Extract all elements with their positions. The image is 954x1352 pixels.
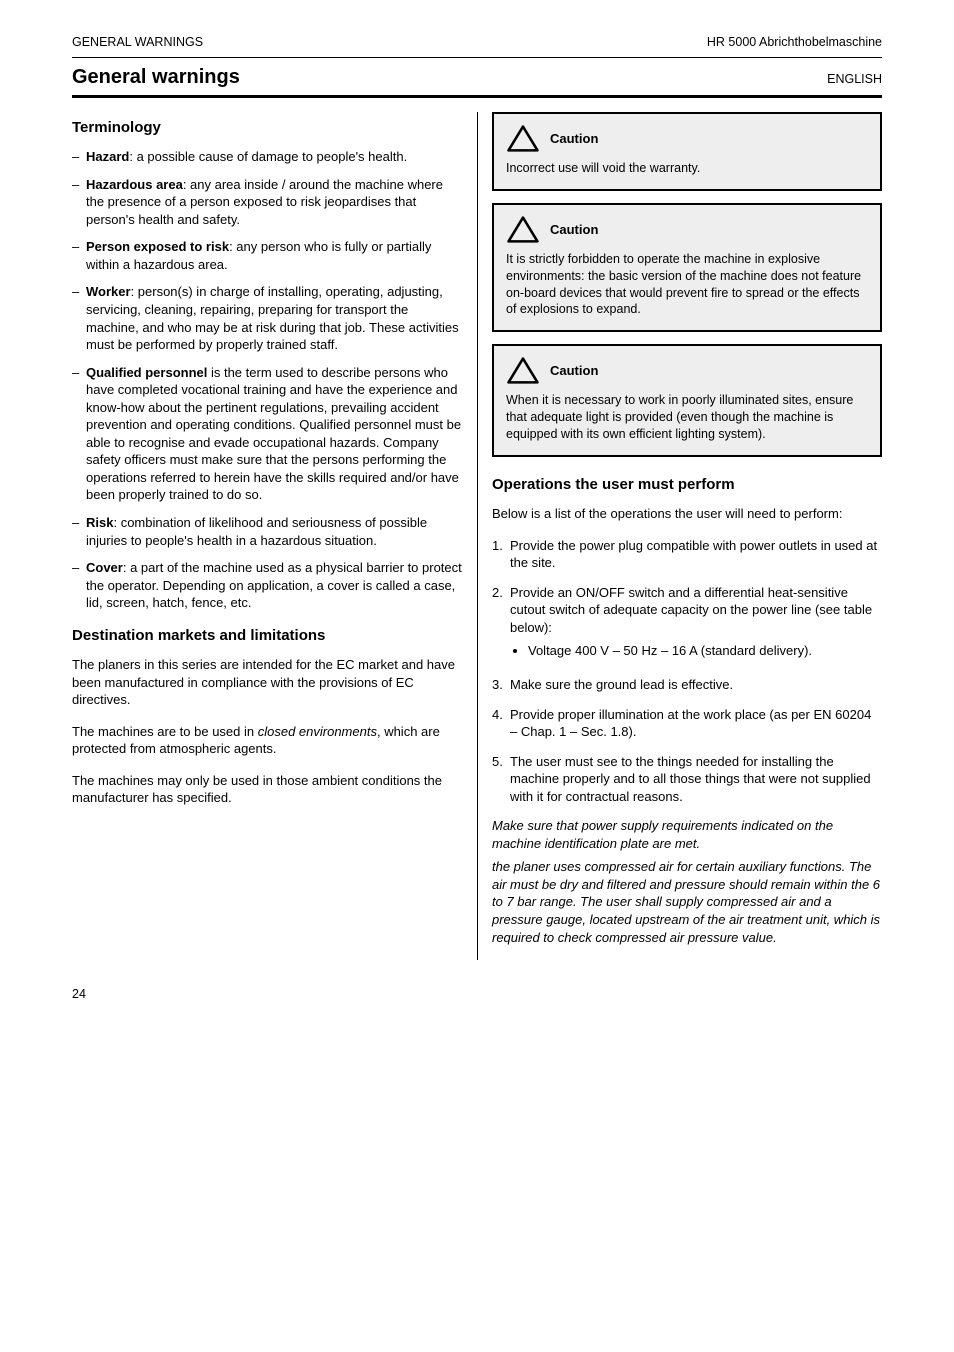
section-title: General warnings bbox=[72, 64, 240, 91]
term-desc: : person(s) in charge of installing, ope… bbox=[86, 284, 459, 352]
voltage-spec: Voltage 400 V – 50 Hz – 16 A (standard d… bbox=[528, 642, 882, 660]
markets-para-3: The machines may only be used in those a… bbox=[72, 772, 463, 807]
step-item: 3.Make sure the ground lead is effective… bbox=[492, 676, 882, 694]
note-power: Make sure that power supply requirements… bbox=[492, 817, 882, 852]
operations-list: 1.Provide the power plug compatible with… bbox=[492, 537, 882, 806]
term-name: Hazardous area bbox=[86, 177, 183, 192]
step-item: 2. Provide an ON/OFF switch and a differ… bbox=[492, 584, 882, 664]
columns: Terminology Hazard: a possible cause of … bbox=[72, 112, 882, 960]
subhead-markets: Destination markets and limitations bbox=[72, 626, 463, 646]
step-item: 5.The user must see to the things needed… bbox=[492, 753, 882, 806]
header-right: HR 5000 Abrichthobelmaschine bbox=[707, 34, 882, 51]
caution-triangle-icon bbox=[506, 124, 540, 154]
markets-para-2: The machines are to be used in closed en… bbox=[72, 723, 463, 758]
term-name: Risk bbox=[86, 515, 113, 530]
caution-body: When it is necessary to work in poorly i… bbox=[506, 392, 868, 443]
caution-body: It is strictly forbidden to operate the … bbox=[506, 251, 868, 319]
subhead-operations: Operations the user must perform bbox=[492, 475, 882, 495]
caution-triangle-icon bbox=[506, 356, 540, 386]
term-name: Person exposed to risk bbox=[86, 239, 229, 254]
caution-label: Caution bbox=[550, 362, 598, 380]
term-desc: : a possible cause of damage to people's… bbox=[129, 149, 407, 164]
step-item: 4.Provide proper illumination at the wor… bbox=[492, 706, 882, 741]
note-air: the planer uses compressed air for certa… bbox=[492, 858, 882, 946]
term-desc: : a part of the machine used as a physic… bbox=[86, 560, 462, 610]
operations-intro: Below is a list of the operations the us… bbox=[492, 505, 882, 523]
term-item: Hazard: a possible cause of damage to pe… bbox=[72, 148, 463, 166]
term-name: Cover bbox=[86, 560, 123, 575]
step-item: 1.Provide the power plug compatible with… bbox=[492, 537, 882, 572]
page-number: 24 bbox=[72, 986, 882, 1003]
term-item: Cover: a part of the machine used as a p… bbox=[72, 559, 463, 612]
title-row: General warnings ENGLISH bbox=[72, 58, 882, 95]
rule-thick bbox=[72, 95, 882, 98]
terminology-list: Hazard: a possible cause of damage to pe… bbox=[72, 148, 463, 612]
left-column: Terminology Hazard: a possible cause of … bbox=[72, 112, 477, 960]
closed-env-em: closed environments bbox=[258, 724, 377, 739]
right-column: Caution Incorrect use will void the warr… bbox=[477, 112, 882, 960]
caution-box-2: Caution It is strictly forbidden to oper… bbox=[492, 203, 882, 333]
caution-label: Caution bbox=[550, 130, 598, 148]
header-left: GENERAL WARNINGS bbox=[72, 34, 203, 51]
caution-box-1: Caution Incorrect use will void the warr… bbox=[492, 112, 882, 191]
caution-box-3: Caution When it is necessary to work in … bbox=[492, 344, 882, 457]
language-label: ENGLISH bbox=[827, 71, 882, 88]
term-name: Hazard bbox=[86, 149, 129, 164]
term-desc: : combination of likelihood and seriousn… bbox=[86, 515, 427, 548]
term-name: Worker bbox=[86, 284, 131, 299]
term-item: Person exposed to risk: any person who i… bbox=[72, 238, 463, 273]
caution-triangle-icon bbox=[506, 215, 540, 245]
subhead-terminology: Terminology bbox=[72, 118, 463, 138]
term-item: Risk: combination of likelihood and seri… bbox=[72, 514, 463, 549]
header-bar: GENERAL WARNINGS HR 5000 Abrichthobelmas… bbox=[72, 34, 882, 55]
caution-body: Incorrect use will void the warranty. bbox=[506, 160, 868, 177]
term-desc: is the term used to describe persons who… bbox=[86, 365, 461, 503]
term-item: Worker: person(s) in charge of installin… bbox=[72, 283, 463, 353]
step-sublist: Voltage 400 V – 50 Hz – 16 A (standard d… bbox=[510, 642, 882, 660]
term-item: Qualified personnel is the term used to … bbox=[72, 364, 463, 504]
markets-para-1: The planers in this series are intended … bbox=[72, 656, 463, 709]
caution-label: Caution bbox=[550, 221, 598, 239]
term-name: Qualified personnel bbox=[86, 365, 211, 380]
term-item: Hazardous area: any area inside / around… bbox=[72, 176, 463, 229]
